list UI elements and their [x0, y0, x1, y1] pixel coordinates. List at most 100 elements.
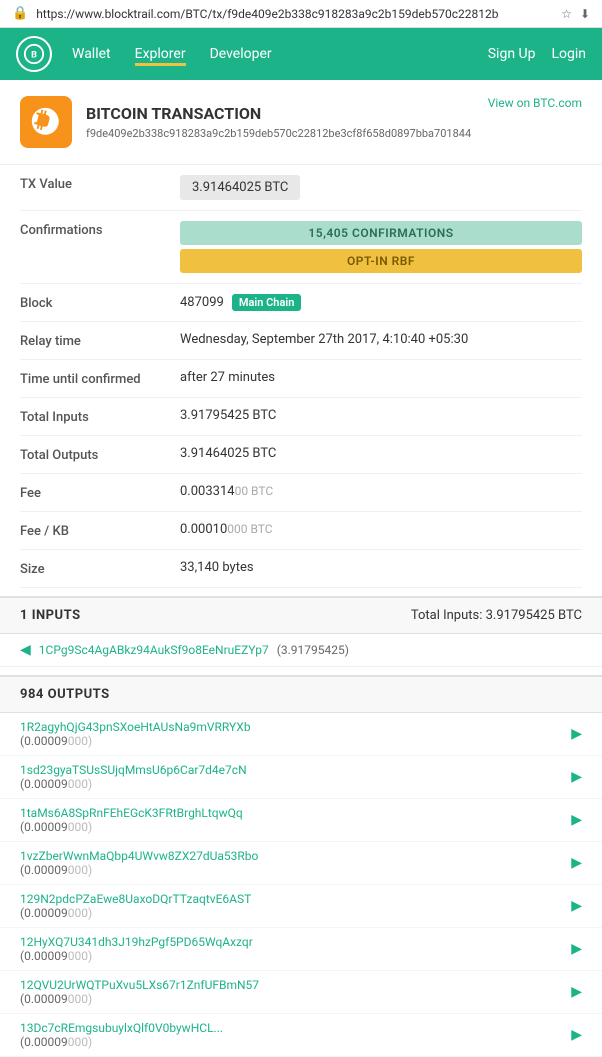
value-relaytime: Wednesday, September 27th 2017, 4:10:40 …	[180, 332, 582, 347]
outputs-section-header: 984 OUTPUTS	[0, 675, 602, 713]
label-txvalue: TX Value	[20, 175, 180, 192]
output-address-7[interactable]: 13Dc7cREmgsubuylxQlf0V0bywHCL...	[20, 1021, 223, 1035]
detail-row-txvalue: TX Value 3.91464025 BTC	[20, 165, 582, 211]
output-amount-1: (0.00009000)	[20, 777, 243, 791]
optin-rbf-badge: OPT-IN RBF	[180, 249, 582, 273]
output-left-7: 13Dc7cREmgsubuylxQlf0V0bywHCL... (0.0000…	[20, 1021, 223, 1049]
tx-title-block: BITCOIN TRANSACTION f9de409e2b338c918283…	[86, 104, 471, 140]
address-bar: 🔒 https://www.blocktrail.com/BTC/tx/f9de…	[0, 0, 602, 28]
address-actions: ☆ ⬇	[561, 7, 590, 21]
inputs-total: Total Inputs: 3.91795425 BTC	[411, 608, 582, 623]
output-item-1: 1sd23gyaTSUsSUjqMmsU6p6Car7d4e7cN (0.000…	[0, 756, 602, 799]
inputs-section-header: 1 INPUTS Total Inputs: 3.91795425 BTC	[0, 596, 602, 634]
input-address-0[interactable]: 1CPg9Sc4AgABkz94AukSf9o8EeNruEZYp7	[39, 643, 269, 657]
chevron-right-icon-5: ▶	[571, 941, 582, 957]
tx-header-left: BITCOIN TRANSACTION f9de409e2b338c918283…	[20, 96, 471, 148]
inputs-total-label: Total Inputs:	[411, 608, 483, 623]
output-address-3[interactable]: 1vzZberWwnMaQbp4UWvw8ZX27dUa53Rbo	[20, 849, 258, 863]
inputs-title: 1 INPUTS	[20, 608, 81, 623]
chevron-right-icon-2: ▶	[571, 812, 582, 828]
detail-row-relaytime: Relay time Wednesday, September 27th 201…	[20, 322, 582, 360]
tx-hash: f9de409e2b338c918283a9c2b159deb570c22812…	[86, 127, 471, 140]
output-address-2[interactable]: 1taMs6A8SpRnFEhEGcK3FRtBrghLtqwQq	[20, 806, 243, 820]
input-item-0: ◀ 1CPg9Sc4AgABkz94AukSf9o8EeNruEZYp7 (3.…	[0, 634, 602, 667]
input-amount-0: (3.91795425)	[277, 643, 349, 657]
url-text: https://www.blocktrail.com/BTC/tx/f9de40…	[36, 7, 553, 21]
bitcoin-logo	[20, 96, 72, 148]
chevron-right-icon-3: ▶	[571, 855, 582, 871]
nav-signup[interactable]: Sign Up	[488, 46, 536, 62]
value-totaloutputs: 3.91464025 BTC	[180, 446, 582, 461]
nav-wallet[interactable]: Wallet	[72, 42, 111, 66]
feekb-main: 0.00010	[180, 522, 227, 537]
star-icon[interactable]: ☆	[561, 7, 572, 21]
nav-developer[interactable]: Developer	[210, 42, 272, 66]
value-totalinputs: 3.91795425 BTC	[180, 408, 582, 423]
label-block: Block	[20, 294, 180, 311]
value-confirmations: 15,405 CONFIRMATIONS OPT-IN RBF	[180, 221, 582, 273]
nav-login[interactable]: Login	[551, 46, 586, 62]
value-timeconfirmed: after 27 minutes	[180, 370, 582, 385]
nav-explorer[interactable]: Explorer	[135, 42, 186, 66]
detail-row-block: Block 487099 Main Chain	[20, 284, 582, 322]
fee-main: 0.003314	[180, 484, 235, 499]
output-amount-7: (0.00009000)	[20, 1035, 219, 1049]
detail-row-totaloutputs: Total Outputs 3.91464025 BTC	[20, 436, 582, 474]
output-item-5: 12HyXQ7U341dh3J19hzPgf5PD65WqAxzqr (0.00…	[0, 928, 602, 971]
output-item-3: 1vzZberWwnMaQbp4UWvw8ZX27dUa53Rbo (0.000…	[0, 842, 602, 885]
tx-header: BITCOIN TRANSACTION f9de409e2b338c918283…	[0, 80, 602, 165]
output-item-7: 13Dc7cREmgsubuylxQlf0V0bywHCL... (0.0000…	[0, 1014, 602, 1057]
page-content: BITCOIN TRANSACTION f9de409e2b338c918283…	[0, 80, 602, 1057]
value-fee: 0.00331400 BTC	[180, 484, 582, 499]
chevron-right-icon-6: ▶	[571, 984, 582, 1000]
outputs-list: 1R2agyhQjG43pnSXoeHtAUsNa9mVRRYXb (0.000…	[0, 713, 602, 1057]
output-address-1[interactable]: 1sd23gyaTSUsSUjqMmsU6p6Car7d4e7cN	[20, 763, 247, 777]
value-txvalue: 3.91464025 BTC	[180, 175, 582, 200]
block-number: 487099	[180, 295, 224, 310]
output-item-4: 129N2pdcPZaEwe8UaxoDQrTTzaqtvE6AST (0.00…	[0, 885, 602, 928]
output-address-4[interactable]: 129N2pdcPZaEwe8UaxoDQrTTzaqtvE6AST	[20, 892, 251, 906]
output-amount-5: (0.00009000)	[20, 949, 249, 963]
output-amount-3: (0.00009000)	[20, 863, 254, 877]
output-address-0[interactable]: 1R2agyhQjG43pnSXoeHtAUsNa9mVRRYXb	[20, 720, 251, 734]
label-timeconfirmed: Time until confirmed	[20, 370, 180, 387]
label-totalinputs: Total Inputs	[20, 408, 180, 425]
output-address-5[interactable]: 12HyXQ7U341dh3J19hzPgf5PD65WqAxzqr	[20, 935, 253, 949]
nav-links: Wallet Explorer Developer	[72, 42, 488, 66]
label-size: Size	[20, 560, 180, 577]
label-fee: Fee	[20, 484, 180, 501]
download-icon[interactable]: ⬇	[580, 7, 590, 21]
detail-row-size: Size 33,140 bytes	[20, 550, 582, 588]
label-relaytime: Relay time	[20, 332, 180, 349]
value-block: 487099 Main Chain	[180, 294, 582, 311]
label-confirmations: Confirmations	[20, 221, 180, 238]
label-totaloutputs: Total Outputs	[20, 446, 180, 463]
nav-bar: B Wallet Explorer Developer Sign Up Logi…	[0, 28, 602, 80]
value-size: 33,140 bytes	[180, 560, 582, 575]
lock-icon: 🔒	[12, 6, 28, 21]
feekb-sub: 000 BTC	[227, 522, 272, 536]
nav-right: Sign Up Login	[488, 46, 586, 62]
output-item-6: 12QVU2UrWQTPuXvu5LXs67r1ZnfUFBmN57 (0.00…	[0, 971, 602, 1014]
output-amount-0: (0.00009000)	[20, 734, 247, 748]
view-on-btc-link[interactable]: View on BTC.com	[488, 96, 582, 110]
detail-row-fee: Fee 0.00331400 BTC	[20, 474, 582, 512]
inputs-total-value: 3.91795425 BTC	[486, 608, 582, 623]
blocktrail-logo-icon: B	[23, 43, 45, 65]
nav-logo: B	[16, 36, 52, 72]
details-table: TX Value 3.91464025 BTC Confirmations 15…	[0, 165, 602, 588]
chevron-right-icon-0: ▶	[571, 726, 582, 742]
fee-sub: 00 BTC	[235, 484, 274, 498]
output-address-6[interactable]: 12QVU2UrWQTPuXvu5LXs67r1ZnfUFBmN57	[20, 978, 259, 992]
chevron-right-icon-1: ▶	[571, 769, 582, 785]
detail-row-feekb: Fee / KB 0.00010000 BTC	[20, 512, 582, 550]
chevron-left-icon: ◀	[20, 642, 31, 658]
output-amount-4: (0.00009000)	[20, 906, 247, 920]
detail-row-timeconfirmed: Time until confirmed after 27 minutes	[20, 360, 582, 398]
output-left-3: 1vzZberWwnMaQbp4UWvw8ZX27dUa53Rbo (0.000…	[20, 849, 258, 877]
tx-title: BITCOIN TRANSACTION	[86, 104, 471, 123]
tx-value-box: 3.91464025 BTC	[180, 175, 300, 200]
output-left-2: 1taMs6A8SpRnFEhEGcK3FRtBrghLtqwQq (0.000…	[20, 806, 243, 834]
bitcoin-icon	[29, 105, 63, 139]
output-item-2: 1taMs6A8SpRnFEhEGcK3FRtBrghLtqwQq (0.000…	[0, 799, 602, 842]
